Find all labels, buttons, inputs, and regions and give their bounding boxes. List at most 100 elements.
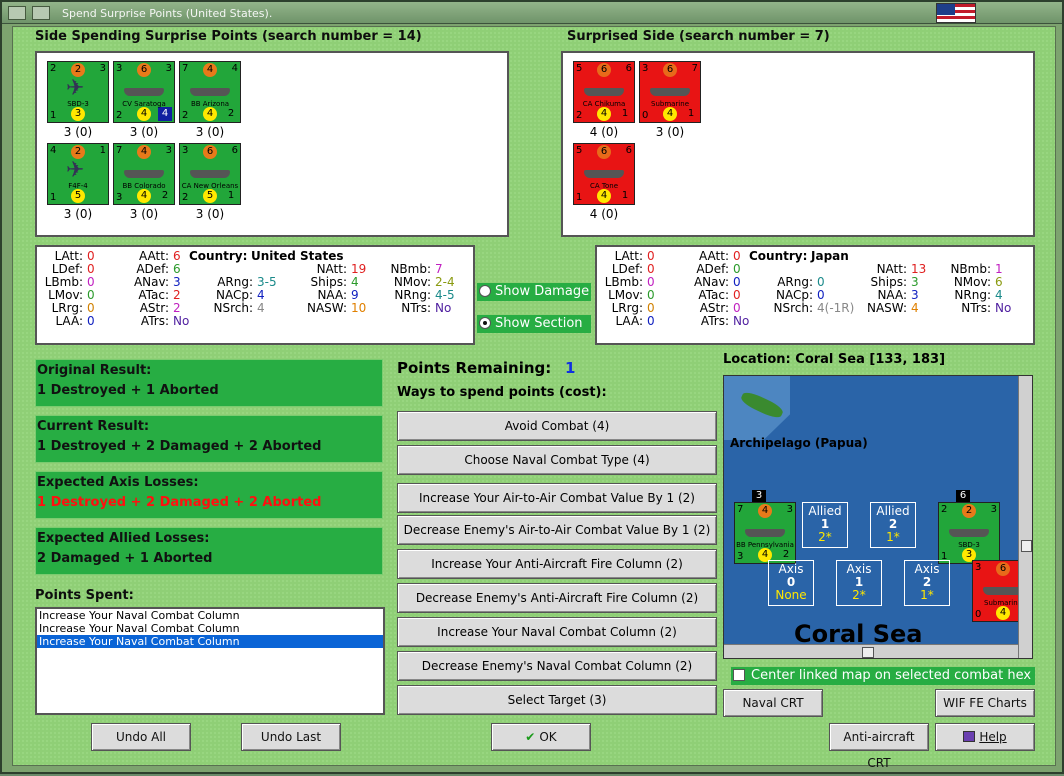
- unit-counter[interactable]: 6 3 7 0 1 4 Submarine: [639, 61, 701, 123]
- country-name: Japan: [811, 249, 849, 263]
- counter-top-right-value: 3: [165, 63, 172, 74]
- unit-counter[interactable]: 4 7 3 3 2 4 BB Colorado: [113, 143, 175, 205]
- spend-option-button[interactable]: Decrease Enemy's Naval Combat Column (2): [397, 651, 717, 681]
- stat-value-natt: 13: [911, 262, 927, 276]
- stat-label-nbmb: NBmb:: [390, 262, 431, 276]
- spend-option-button[interactable]: Select Target (3): [397, 685, 717, 715]
- axis-section-box[interactable]: Axis 0 None: [768, 560, 814, 606]
- unit-counter[interactable]: 6 3 6 2 1 5 CA New Orleans: [179, 143, 241, 205]
- stat-label-ntrs: NTrs:: [401, 301, 431, 315]
- counter-top-left-value: 3: [642, 63, 649, 74]
- show-damage-label: Show Damage: [495, 284, 590, 299]
- list-item[interactable]: Increase Your Naval Combat Column: [37, 622, 383, 635]
- unit-count: 4 (0): [589, 125, 619, 139]
- undo-all-button[interactable]: Undo All: [91, 723, 191, 751]
- stat-label-nasw: NASW:: [306, 301, 347, 315]
- counter-top-right-value: 7: [691, 63, 698, 74]
- unit-name: CA New Orleans: [181, 182, 239, 190]
- stat-label-lbmb: LBmb:: [44, 275, 83, 289]
- axis-section-box[interactable]: Axis 2 1*: [904, 560, 950, 606]
- unit-counter[interactable]: 2 4 1 1 5 ✈ F4F-4: [47, 143, 109, 205]
- scroll-thumb[interactable]: [862, 647, 874, 658]
- counter-top-right-value: 4: [231, 63, 238, 74]
- anti-aircraft-crt-button[interactable]: Anti-aircraft CRT: [829, 723, 929, 770]
- stat-value-astr: 2: [173, 301, 181, 315]
- stat-value-natt: 19: [351, 262, 367, 276]
- defense-value-circle: 4: [597, 107, 611, 121]
- stat-value-nrng: 4: [995, 288, 1003, 302]
- right-side-header: Surprised Side (search number = 7): [567, 29, 830, 44]
- unit-counter[interactable]: 4 7 3 3 2 4 BB Pennsylvania: [734, 502, 796, 564]
- list-item[interactable]: Increase Your Naval Combat Column: [37, 609, 383, 622]
- list-item-selected[interactable]: Increase Your Naval Combat Column: [37, 635, 383, 648]
- restore-button[interactable]: [32, 6, 50, 20]
- spend-option-button[interactable]: Decrease Enemy's Anti-Aircraft Fire Colu…: [397, 583, 717, 613]
- spend-option-button[interactable]: Increase Your Naval Combat Column (2): [397, 617, 717, 647]
- stat-label-nmov: NMov:: [953, 275, 991, 289]
- unit-name: CA Tone: [589, 182, 618, 190]
- map-vertical-scrollbar[interactable]: [1018, 376, 1032, 658]
- stat-value-anav: 0: [733, 275, 741, 289]
- center-linked-label: Center linked map on selected combat hex: [751, 668, 1032, 683]
- stat-value-lmov: 0: [647, 288, 655, 302]
- stat-value-arng: 3-5: [257, 275, 277, 289]
- stat-label-atrs: ATrs:: [700, 314, 729, 328]
- wif-fe-charts-button[interactable]: WIF FE Charts: [935, 689, 1035, 717]
- unit-counter[interactable]: 2 2 3 1 3 SBD-3: [938, 502, 1000, 564]
- unit-count: 3 (0): [195, 207, 225, 221]
- stat-value-arng: 0: [817, 275, 825, 289]
- show-damage-radio[interactable]: Show Damage: [477, 283, 591, 301]
- stat-value-adef: 6: [173, 262, 181, 276]
- center-linked-checkbox[interactable]: Center linked map on selected combat hex: [731, 667, 1035, 685]
- ways-to-spend-label: Ways to spend points (cost):: [397, 385, 607, 400]
- stat-value-atrs: No: [173, 314, 190, 328]
- naval-crt-button[interactable]: Naval CRT: [723, 689, 823, 717]
- scroll-thumb[interactable]: [1021, 540, 1032, 552]
- stat-value-lrrg: 0: [647, 301, 655, 315]
- unit-counter[interactable]: 4 7 4 2 2 4 BB Arizona: [179, 61, 241, 123]
- allied-section-box[interactable]: Allied 2 1*: [870, 502, 916, 548]
- counter-top-left-value: 3: [182, 145, 189, 156]
- allied-section-box[interactable]: Allied 1 2*: [802, 502, 848, 548]
- map-view[interactable]: Archipelago (Papua) 3 4 7 3 3 2 4 BB Pennsylvan…: [723, 375, 1033, 659]
- stat-label-naa: NAA:: [877, 288, 907, 302]
- unit-counter[interactable]: 2 2 3 1 3 ✈ SBD-3: [47, 61, 109, 123]
- spend-option-button[interactable]: Decrease Enemy's Air-to-Air Combat Value…: [397, 515, 717, 545]
- stat-value-nsrch: 4: [257, 301, 265, 315]
- counter-bottom-left-value: 2: [576, 110, 583, 121]
- dialog-window: Spend Surprise Points (United States). S…: [0, 0, 1064, 774]
- counter-bottom-left-value: 0: [642, 110, 649, 121]
- section-strength: 1*: [886, 530, 900, 544]
- axis-losses-title: Expected Axis Losses:: [37, 475, 199, 490]
- country-name: United States: [251, 249, 344, 263]
- unit-counter[interactable]: 6 5 6 2 1 4 CA Chikuma: [573, 61, 635, 123]
- counter-top-left-value: 2: [941, 504, 948, 515]
- map-horizontal-scrollbar[interactable]: [724, 644, 1020, 658]
- counter-top-left-value: 7: [116, 145, 123, 156]
- ok-button[interactable]: ✔ OK: [491, 723, 591, 751]
- stat-label-adef: ADef:: [136, 262, 169, 276]
- spend-option-button[interactable]: Avoid Combat (4): [397, 411, 717, 441]
- allied-losses-value: 2 Damaged + 1 Aborted: [37, 551, 213, 566]
- unit-counter[interactable]: 6 3 3 2 4 4 CV Saratoga: [113, 61, 175, 123]
- map-location: Location: Coral Sea [133, 183]: [723, 352, 946, 367]
- attack-value-circle: 6: [203, 145, 217, 159]
- defense-value-circle: 4: [597, 189, 611, 203]
- country-label: Country:: [189, 249, 248, 263]
- stat-label-nsrch: NSrch:: [213, 301, 253, 315]
- points-spent-list[interactable]: Increase Your Naval Combat Column Increa…: [35, 607, 385, 715]
- undo-last-button[interactable]: Undo Last: [241, 723, 341, 751]
- spend-option-button[interactable]: Increase Your Air-to-Air Combat Value By…: [397, 483, 717, 513]
- axis-section-box[interactable]: Axis 1 2*: [836, 560, 882, 606]
- stat-value-nbmb: 1: [995, 262, 1003, 276]
- system-menu-button[interactable]: [8, 6, 26, 20]
- help-button[interactable]: Help: [935, 723, 1035, 751]
- spend-option-button[interactable]: Choose Naval Combat Type (4): [397, 445, 717, 475]
- counter-bottom-right-value: 1: [227, 190, 235, 201]
- attack-value-circle: 4: [203, 63, 217, 77]
- stat-label-aatt: AAtt:: [139, 249, 169, 263]
- stat-value-atrs: No: [733, 314, 750, 328]
- spend-option-button[interactable]: Increase Your Anti-Aircraft Fire Column …: [397, 549, 717, 579]
- unit-counter[interactable]: 6 5 6 1 1 4 CA Tone: [573, 143, 635, 205]
- show-section-radio[interactable]: Show Section: [477, 315, 591, 333]
